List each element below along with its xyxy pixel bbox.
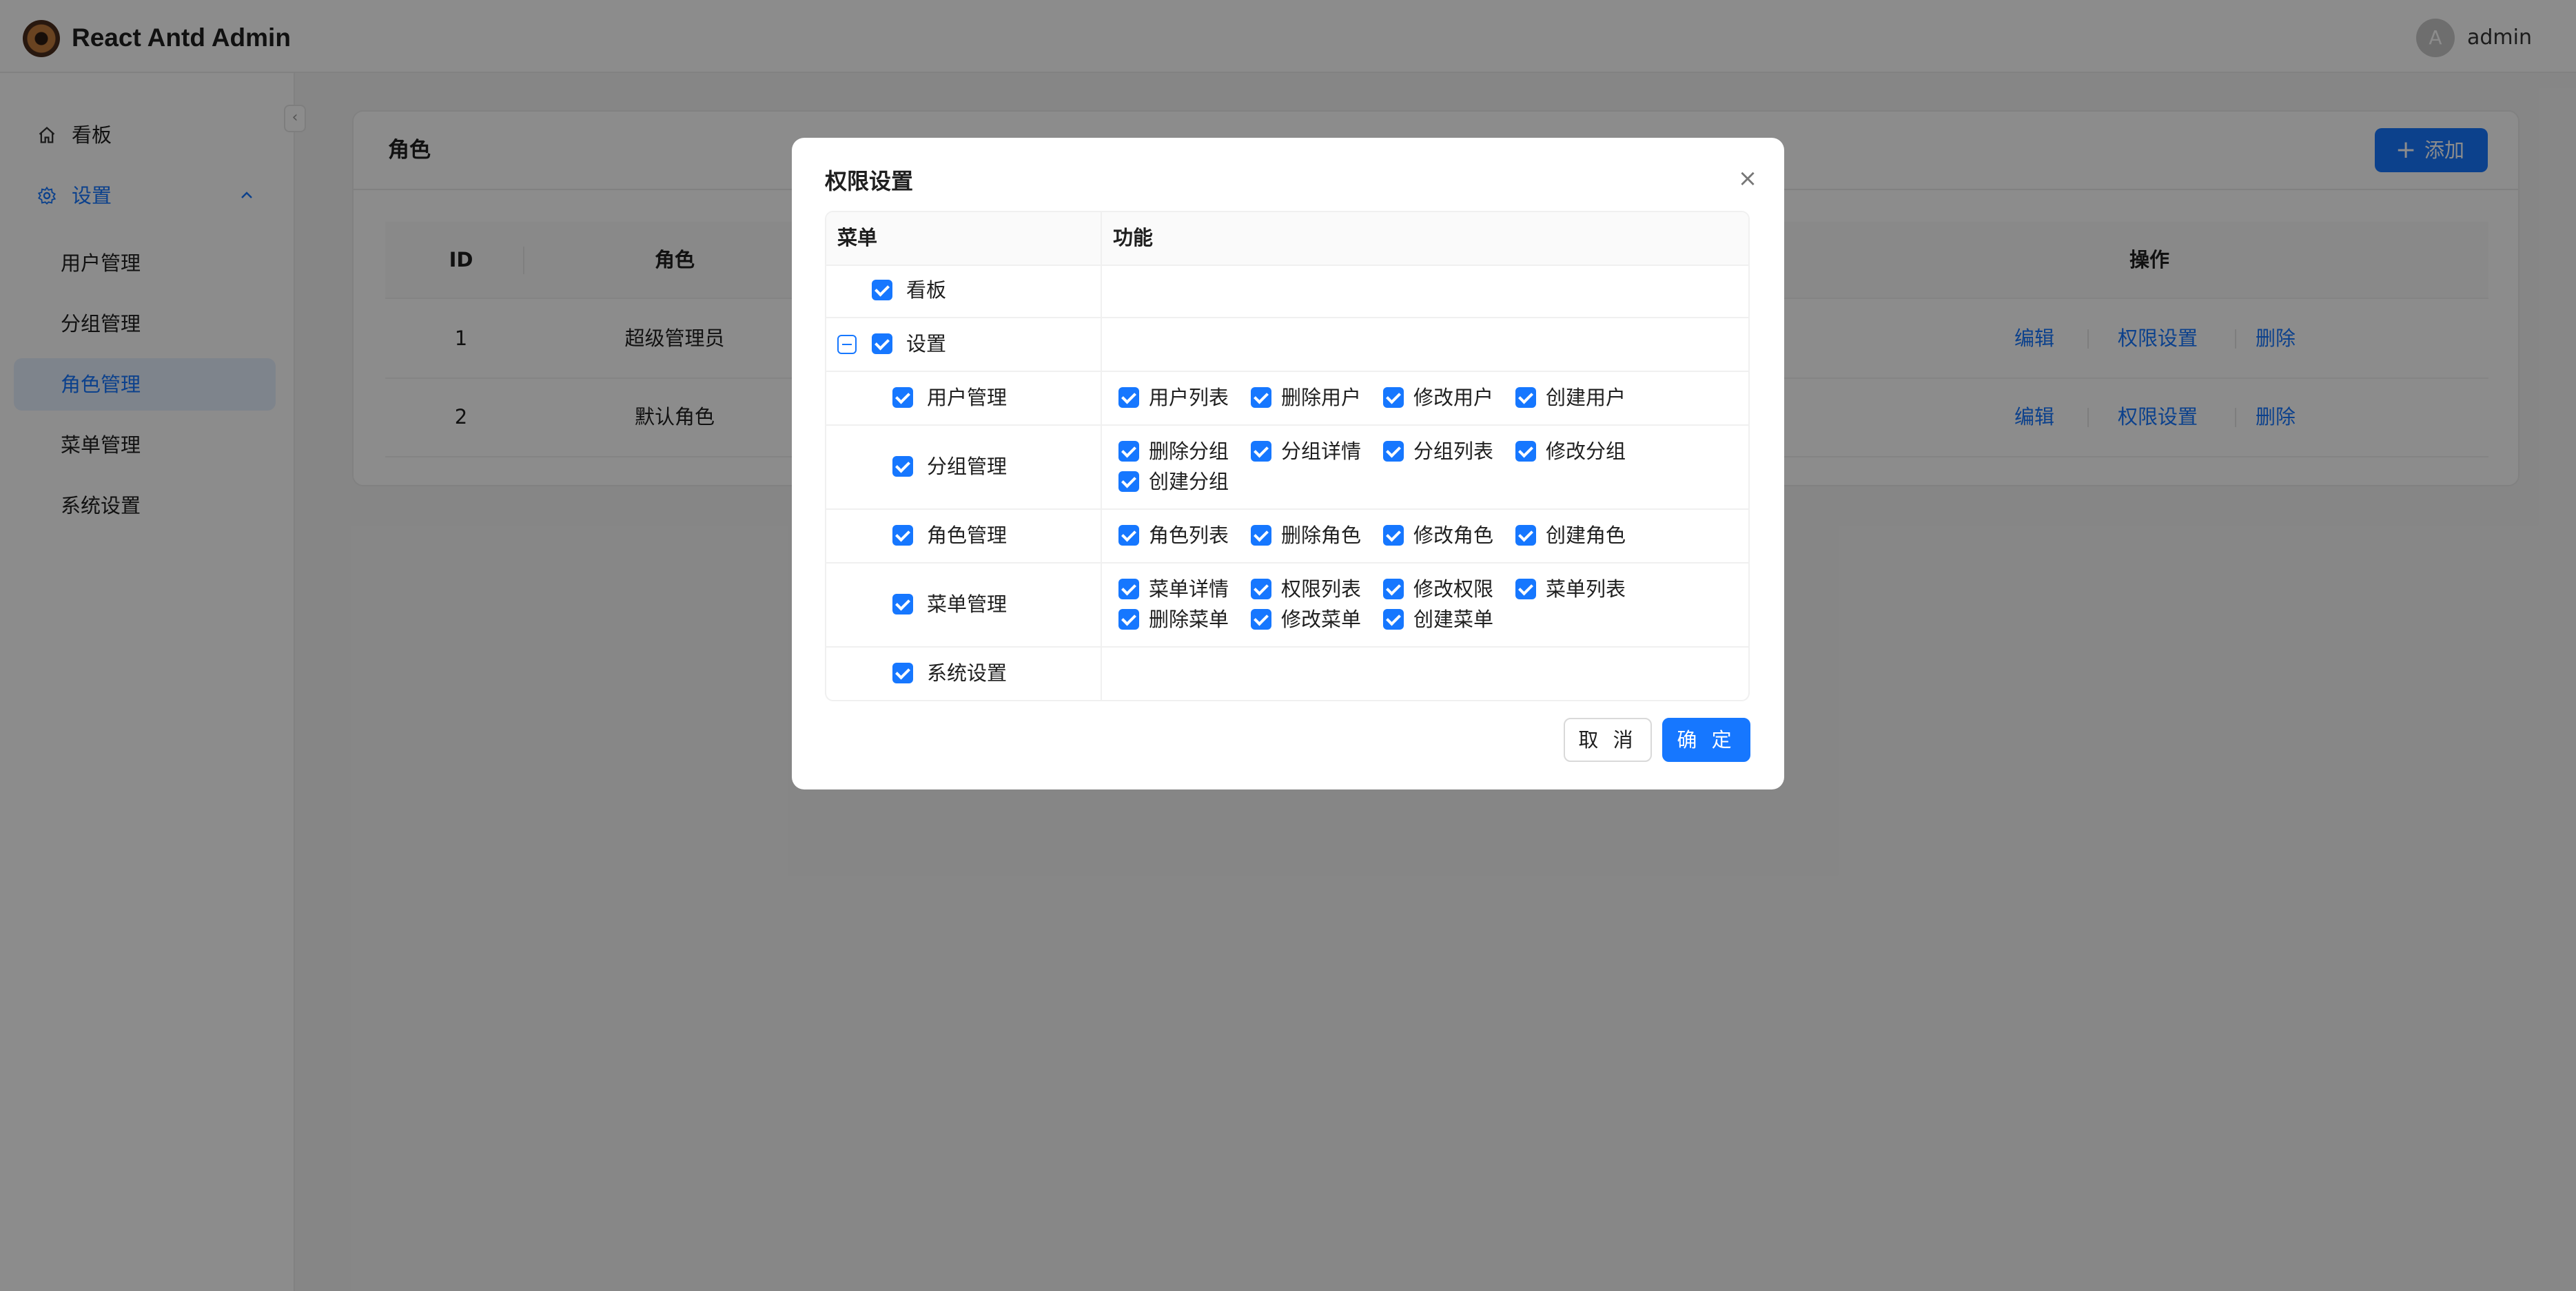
checkbox-function[interactable] (1383, 609, 1404, 630)
checkbox-function[interactable] (1515, 387, 1536, 408)
function-label: 创建分组 (1149, 470, 1229, 493)
function-label: 菜单详情 (1149, 577, 1229, 601)
cancel-button[interactable]: 取 消 (1564, 718, 1652, 762)
permission-row-group-management: 分组管理 删除分组 分组详情 分组列表 修改分组 创建分组 (826, 426, 1748, 510)
checkbox-function[interactable] (1118, 579, 1139, 599)
permission-row-settings: 设置 (826, 318, 1748, 372)
checkbox-menu-management[interactable] (892, 594, 913, 614)
checkbox-system-settings[interactable] (892, 663, 913, 683)
menu-label: 分组管理 (927, 455, 1008, 478)
function-label: 删除角色 (1281, 524, 1362, 547)
checkbox-function[interactable] (1251, 441, 1271, 462)
checkbox-dashboard[interactable] (872, 280, 892, 300)
menu-label: 菜单管理 (927, 592, 1008, 616)
function-label: 权限列表 (1281, 577, 1362, 601)
checkbox-group-management[interactable] (892, 456, 913, 477)
checkbox-function[interactable] (1383, 441, 1404, 462)
column-header-function: 功能 (1113, 226, 1154, 249)
permission-modal: 权限设置 × 菜单 功能 看板 设置 用户管理 用户列表 删除用户 修改用户 创… (792, 138, 1784, 789)
menu-label: 用户管理 (927, 386, 1008, 409)
checkbox-function[interactable] (1251, 609, 1271, 630)
ok-button[interactable]: 确 定 (1662, 718, 1750, 762)
function-label: 菜单列表 (1546, 577, 1626, 601)
checkbox-function[interactable] (1383, 525, 1404, 546)
checkbox-function[interactable] (1118, 387, 1139, 408)
function-label: 用户列表 (1149, 386, 1229, 409)
checkbox-function[interactable] (1118, 471, 1139, 492)
checkbox-function[interactable] (1251, 579, 1271, 599)
checkbox-function[interactable] (1118, 525, 1139, 546)
checkbox-function[interactable] (1515, 441, 1536, 462)
function-label: 删除用户 (1281, 386, 1362, 409)
checkbox-function[interactable] (1118, 441, 1139, 462)
checkbox-function[interactable] (1383, 579, 1404, 599)
menu-label: 看板 (906, 278, 947, 302)
checkbox-function[interactable] (1118, 609, 1139, 630)
function-label: 删除菜单 (1149, 608, 1229, 631)
function-label: 分组详情 (1281, 440, 1362, 463)
close-icon[interactable]: × (1736, 167, 1759, 190)
checkbox-function[interactable] (1515, 525, 1536, 546)
function-label: 修改权限 (1413, 577, 1494, 601)
checkbox-function[interactable] (1515, 579, 1536, 599)
function-label: 创建用户 (1546, 386, 1626, 409)
function-label: 修改用户 (1413, 386, 1494, 409)
function-label: 修改角色 (1413, 524, 1494, 547)
checkbox-role-management[interactable] (892, 525, 913, 546)
menu-label: 角色管理 (927, 524, 1008, 547)
collapse-icon[interactable] (837, 335, 857, 354)
function-label: 修改分组 (1546, 440, 1626, 463)
function-label: 删除分组 (1149, 440, 1229, 463)
menu-label: 系统设置 (927, 661, 1008, 685)
checkbox-function[interactable] (1251, 387, 1271, 408)
function-label: 分组列表 (1413, 440, 1494, 463)
function-label: 创建菜单 (1413, 608, 1494, 631)
checkbox-function[interactable] (1251, 525, 1271, 546)
permission-row-user-management: 用户管理 用户列表 删除用户 修改用户 创建用户 (826, 372, 1748, 426)
checkbox-user-management[interactable] (892, 387, 913, 408)
checkbox-settings[interactable] (872, 333, 892, 354)
function-label: 修改菜单 (1281, 608, 1362, 631)
permission-row-dashboard: 看板 (826, 265, 1748, 318)
function-label: 角色列表 (1149, 524, 1229, 547)
permission-row-menu-management: 菜单管理 菜单详情 权限列表 修改权限 菜单列表 删除菜单 修改菜单 创建菜单 (826, 564, 1748, 648)
permission-table-header: 菜单 功能 (826, 212, 1748, 266)
permission-table: 菜单 功能 看板 设置 用户管理 用户列表 删除用户 修改用户 创建用户 分组管… (825, 211, 1750, 701)
modal-title: 权限设置 (825, 168, 914, 194)
checkbox-function[interactable] (1383, 387, 1404, 408)
function-label: 创建角色 (1546, 524, 1626, 547)
permission-row-role-management: 角色管理 角色列表 删除角色 修改角色 创建角色 (826, 510, 1748, 564)
column-header-menu: 菜单 (837, 226, 878, 249)
menu-label: 设置 (906, 332, 947, 355)
permission-row-system-settings: 系统设置 (826, 648, 1748, 700)
